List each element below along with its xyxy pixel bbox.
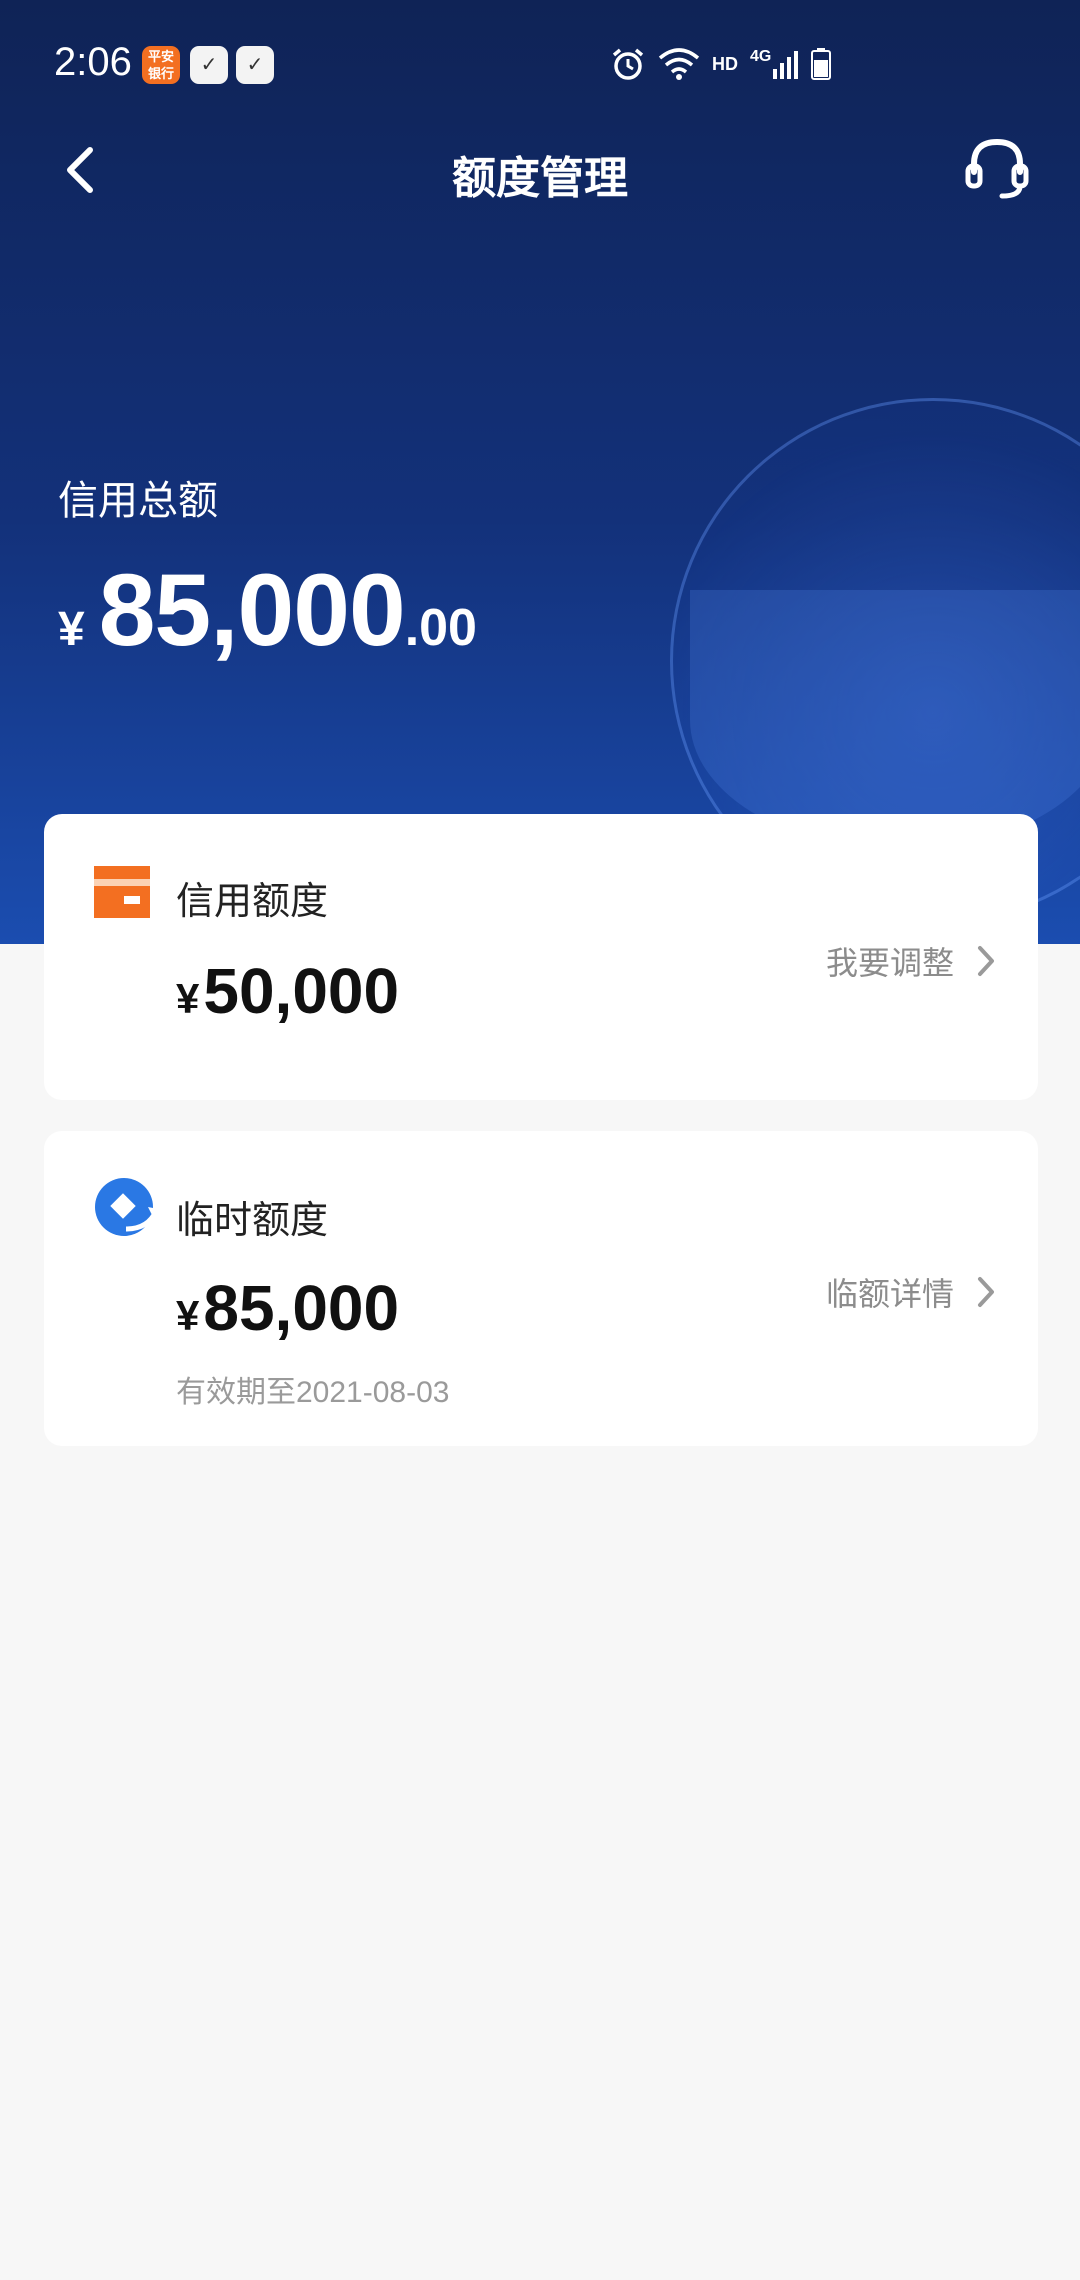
customer-service-headset-icon[interactable] [962,134,1032,204]
credit-card-icon [94,866,150,918]
credit-limit-amount: ¥50,000 [176,954,399,1028]
credit-limit-card[interactable]: 信用额度 ¥50,000 我要调整 [44,814,1038,1100]
hero-banner: 2:06 平安银行 ✓ ✓ HD 4G 额度管理 信用总额 ¥ 85,000.0… [0,0,1080,944]
currency-symbol: ¥ [176,975,200,1022]
page-title: 额度管理 [452,154,628,203]
chevron-right-icon [978,946,994,976]
total-amount-integer: 85,000 [98,553,406,667]
adjust-limit-link[interactable]: 我要调整 [826,938,998,984]
total-amount-decimal: .00 [404,599,477,657]
network-type: 4G [750,48,772,65]
temporary-limit-card[interactable]: 临时额度 ¥85,000 有效期至2021-08-03 临额详情 [44,1131,1038,1446]
message-notification-icon: ✓ [190,46,228,84]
alarm-icon [612,48,644,80]
currency-symbol: ¥ [176,1292,200,1339]
status-icons: HD 4G [610,44,832,84]
hd-indicator: HD [712,53,738,74]
signal-icon [773,51,799,79]
credit-limit-title: 信用额度 [176,881,329,923]
currency-symbol: ¥ [58,603,85,656]
status-bar: 2:06 平安银行 ✓ ✓ HD 4G [0,0,1080,130]
total-credit-label: 信用总额 [58,479,218,523]
temporary-limit-icon [95,1178,159,1236]
validity-date: 有效期至2021-08-03 [176,1376,450,1409]
temporary-limit-detail-label: 临额详情 [825,1276,954,1312]
chevron-right-icon [978,1277,994,1307]
wifi-icon [658,48,700,80]
status-time: 2:06 [54,40,132,84]
total-credit-amount: ¥85,000.00 [58,552,477,669]
message-notification-icon-2: ✓ [236,46,274,84]
pingan-bank-notification-icon: 平安银行 [142,46,180,84]
temporary-limit-value: 85,000 [203,1272,400,1344]
credit-limit-value: 50,000 [203,955,400,1027]
navigation-bar: 额度管理 [0,120,1080,220]
adjust-limit-label: 我要调整 [825,945,954,981]
temporary-limit-detail-link[interactable]: 临额详情 [826,1269,998,1315]
battery-icon [811,48,832,80]
temporary-limit-title: 临时额度 [176,1200,329,1242]
temporary-limit-amount: ¥85,000 [176,1271,399,1345]
